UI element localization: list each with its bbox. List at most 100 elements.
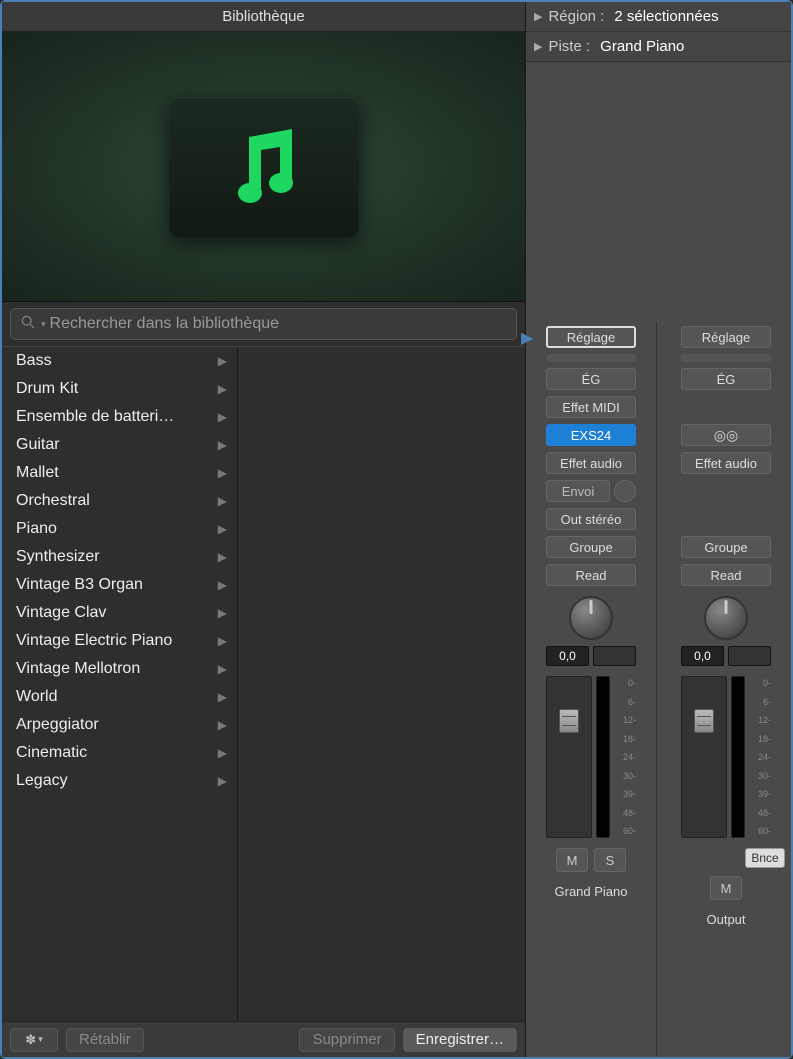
channel-strip-track: Réglage ÉG Effet MIDI EXS24 Effet audio … xyxy=(526,322,657,1057)
chevron-right-icon: ▶ xyxy=(218,606,227,620)
peak-value xyxy=(593,646,636,666)
library-artwork xyxy=(2,32,525,302)
midi-fx-slot[interactable]: Effet MIDI xyxy=(546,396,636,418)
audio-fx-slot[interactable]: Effet audio xyxy=(546,452,636,474)
gear-icon: ✽ xyxy=(25,1032,36,1048)
chevron-right-icon: ▶ xyxy=(218,438,227,452)
gain-value[interactable]: 0,0 xyxy=(681,646,724,666)
selection-indicator-icon: ▶ xyxy=(521,328,533,348)
list-item[interactable]: Ensemble de batteri…▶ xyxy=(2,403,237,431)
disclosure-triangle-icon[interactable]: ▶ xyxy=(534,40,542,53)
restore-button[interactable]: Rétablir xyxy=(66,1028,144,1052)
fader-area: 0-6-12-18-24-30-39-48-60- xyxy=(546,672,636,842)
library-title: Bibliothèque xyxy=(2,2,525,32)
automation-slot[interactable]: Read xyxy=(681,564,771,586)
chevron-right-icon: ▶ xyxy=(218,466,227,480)
chevron-right-icon: ▶ xyxy=(218,774,227,788)
setting-sub-slot[interactable] xyxy=(546,354,636,362)
setting-slot[interactable]: Réglage xyxy=(546,326,636,348)
setting-sub-slot[interactable] xyxy=(681,354,771,362)
list-item[interactable]: Legacy▶ xyxy=(2,767,237,795)
chevron-down-icon: ▾ xyxy=(41,319,46,330)
eq-slot[interactable]: ÉG xyxy=(546,368,636,390)
pan-knob[interactable] xyxy=(704,596,748,640)
chevron-right-icon: ▶ xyxy=(218,382,227,396)
list-item[interactable]: Piano▶ xyxy=(2,515,237,543)
chevron-right-icon: ▶ xyxy=(218,690,227,704)
stereo-icon: ◎◎ xyxy=(714,427,738,444)
chevron-right-icon: ▶ xyxy=(218,550,227,564)
library-panel: Bibliothèque ▾ Rechercher dans la biblio… xyxy=(2,2,526,1057)
disclosure-triangle-icon[interactable]: ▶ xyxy=(534,10,542,23)
music-note-icon xyxy=(214,117,314,217)
group-slot[interactable]: Groupe xyxy=(546,536,636,558)
fader-handle[interactable] xyxy=(559,709,579,733)
library-subcolumn xyxy=(238,347,525,1021)
output-slot[interactable]: Out stéréo xyxy=(546,508,636,530)
list-item[interactable]: Arpeggiator▶ xyxy=(2,711,237,739)
search-placeholder: Rechercher dans la bibliothèque xyxy=(50,315,279,333)
volume-fader[interactable] xyxy=(681,676,727,838)
chevron-right-icon: ▶ xyxy=(218,718,227,732)
artwork-tile xyxy=(169,97,359,237)
list-item[interactable]: World▶ xyxy=(2,683,237,711)
chevron-right-icon: ▶ xyxy=(218,746,227,760)
send-knob[interactable] xyxy=(614,480,636,502)
fader-handle[interactable] xyxy=(694,709,714,733)
save-button[interactable]: Enregistrer… xyxy=(403,1028,517,1052)
chevron-right-icon: ▶ xyxy=(218,662,227,676)
chevron-down-icon: ▾ xyxy=(38,1034,43,1045)
instrument-slot[interactable]: EXS24 xyxy=(546,424,636,446)
list-item[interactable]: Vintage Electric Piano▶ xyxy=(2,627,237,655)
track-value: Grand Piano xyxy=(600,38,684,55)
list-item[interactable]: Mallet▶ xyxy=(2,459,237,487)
group-slot[interactable]: Groupe xyxy=(681,536,771,558)
library-search[interactable]: ▾ Rechercher dans la bibliothèque xyxy=(10,308,517,340)
fader-scale: 0-6-12-18-24-30-39-48-60- xyxy=(614,676,636,838)
region-row[interactable]: ▶ Région : 2 sélectionnées xyxy=(526,2,791,32)
channel-strip-output: Réglage ÉG ◎◎ Effet audio Groupe Read 0,… xyxy=(661,322,791,1057)
setting-slot[interactable]: Réglage xyxy=(681,326,771,348)
list-item[interactable]: Guitar▶ xyxy=(2,431,237,459)
eq-slot[interactable]: ÉG xyxy=(681,368,771,390)
library-browser: Bass▶ Drum Kit▶ Ensemble de batteri…▶ Gu… xyxy=(2,346,525,1021)
chevron-right-icon: ▶ xyxy=(218,354,227,368)
list-item[interactable]: Orchestral▶ xyxy=(2,487,237,515)
region-label: Région : xyxy=(548,8,604,25)
list-item[interactable]: Cinematic▶ xyxy=(2,739,237,767)
library-category-column: Bass▶ Drum Kit▶ Ensemble de batteri…▶ Gu… xyxy=(2,347,238,1021)
mute-button[interactable]: M xyxy=(710,876,742,900)
bounce-button[interactable]: Bnce xyxy=(745,848,785,868)
stereo-slot[interactable]: ◎◎ xyxy=(681,424,771,446)
chevron-right-icon: ▶ xyxy=(218,634,227,648)
library-footer: ✽▾ Rétablir Supprimer Enregistrer… xyxy=(2,1021,525,1057)
delete-button[interactable]: Supprimer xyxy=(299,1028,394,1052)
mute-button[interactable]: M xyxy=(556,848,588,872)
fader-area: 0-6-12-18-24-30-39-48-60- xyxy=(681,672,771,842)
volume-fader[interactable] xyxy=(546,676,592,838)
list-item[interactable]: Vintage Mellotron▶ xyxy=(2,655,237,683)
list-item[interactable]: Synthesizer▶ xyxy=(2,543,237,571)
fader-scale: 0-6-12-18-24-30-39-48-60- xyxy=(749,676,771,838)
send-button[interactable]: Envoi xyxy=(546,480,610,502)
level-meter xyxy=(596,676,610,838)
solo-button[interactable]: S xyxy=(594,848,626,872)
chevron-right-icon: ▶ xyxy=(218,578,227,592)
pan-knob[interactable] xyxy=(569,596,613,640)
channel-name: Output xyxy=(706,912,745,927)
chevron-right-icon: ▶ xyxy=(218,494,227,508)
level-meter xyxy=(731,676,745,838)
list-item[interactable]: Vintage B3 Organ▶ xyxy=(2,571,237,599)
audio-fx-slot[interactable]: Effet audio xyxy=(681,452,771,474)
send-slot: Envoi xyxy=(546,480,636,502)
list-item[interactable]: Vintage Clav▶ xyxy=(2,599,237,627)
list-item[interactable]: Bass▶ xyxy=(2,347,237,375)
chevron-right-icon: ▶ xyxy=(218,522,227,536)
automation-slot[interactable]: Read xyxy=(546,564,636,586)
gain-value[interactable]: 0,0 xyxy=(546,646,589,666)
track-row[interactable]: ▶ Piste : Grand Piano xyxy=(526,32,791,62)
track-label: Piste : xyxy=(548,38,590,55)
gear-menu-button[interactable]: ✽▾ xyxy=(10,1028,58,1052)
list-item[interactable]: Drum Kit▶ xyxy=(2,375,237,403)
peak-value xyxy=(728,646,771,666)
